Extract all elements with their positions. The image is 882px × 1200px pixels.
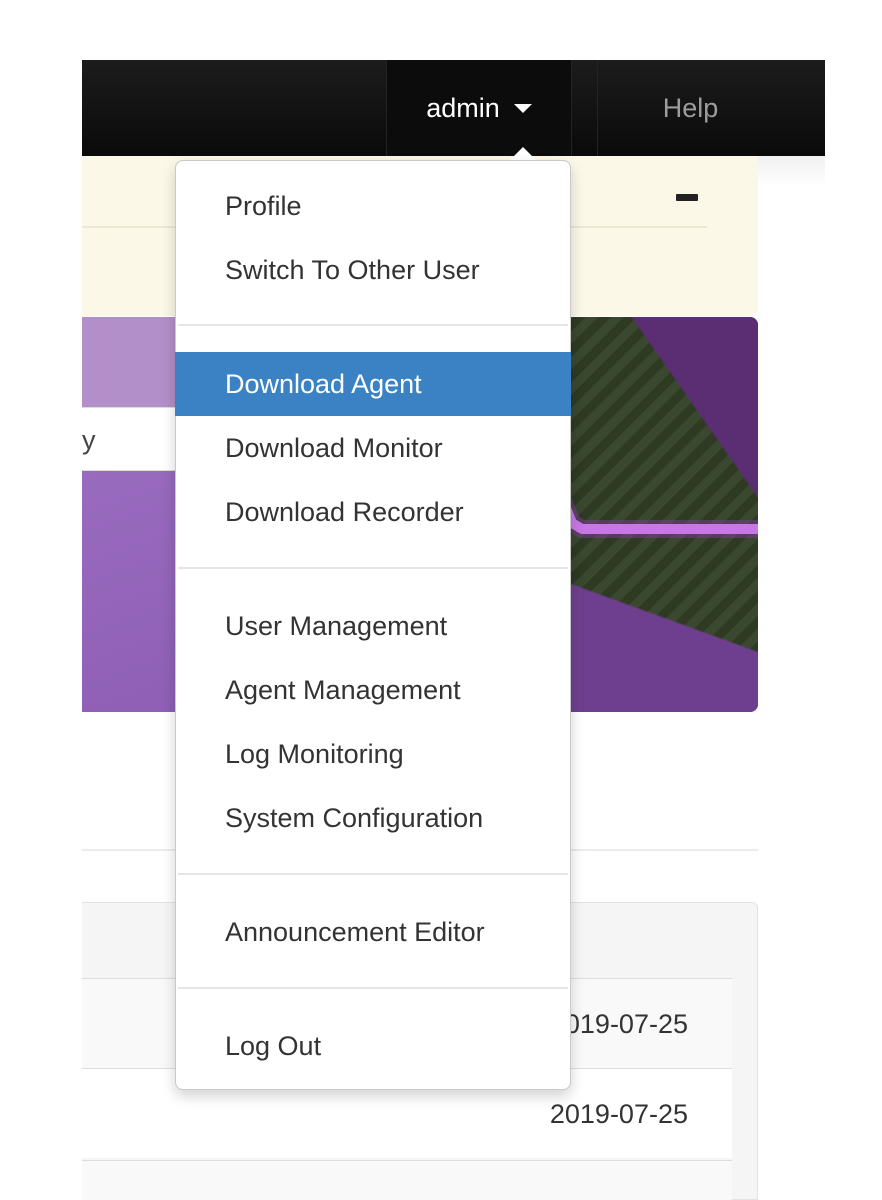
- menu-divider: [178, 567, 568, 569]
- menu-item-user-management[interactable]: User Management: [175, 594, 571, 658]
- menu-item-log-out[interactable]: Log Out: [175, 1014, 571, 1078]
- menu-item-switch-user[interactable]: Switch To Other User: [175, 238, 571, 302]
- menu-divider: [178, 873, 568, 875]
- user-name-label: admin: [426, 92, 500, 123]
- help-link[interactable]: Help: [597, 60, 783, 156]
- user-menu-toggle[interactable]: admin: [386, 60, 572, 156]
- help-label: Help: [662, 92, 719, 123]
- table-row[interactable]: [82, 1160, 732, 1200]
- menu-item-agent-management[interactable]: Agent Management: [175, 658, 571, 722]
- dropdown-pointer: [509, 147, 537, 161]
- menu-item-profile[interactable]: Profile: [175, 174, 571, 238]
- menu-divider: [178, 987, 568, 989]
- minus-icon[interactable]: [676, 194, 698, 201]
- caret-down-icon: [513, 103, 532, 113]
- search-input-text: y: [82, 425, 96, 455]
- menu-item-log-monitoring[interactable]: Log Monitoring: [175, 722, 571, 786]
- menu-item-download-agent[interactable]: Download Agent: [175, 352, 571, 416]
- menu-item-download-monitor[interactable]: Download Monitor: [175, 416, 571, 480]
- menu-item-system-configuration[interactable]: System Configuration: [175, 786, 571, 850]
- menu-divider: [178, 324, 568, 326]
- menu-item-download-recorder[interactable]: Download Recorder: [175, 480, 571, 544]
- menu-item-announcement-editor[interactable]: Announcement Editor: [175, 900, 571, 964]
